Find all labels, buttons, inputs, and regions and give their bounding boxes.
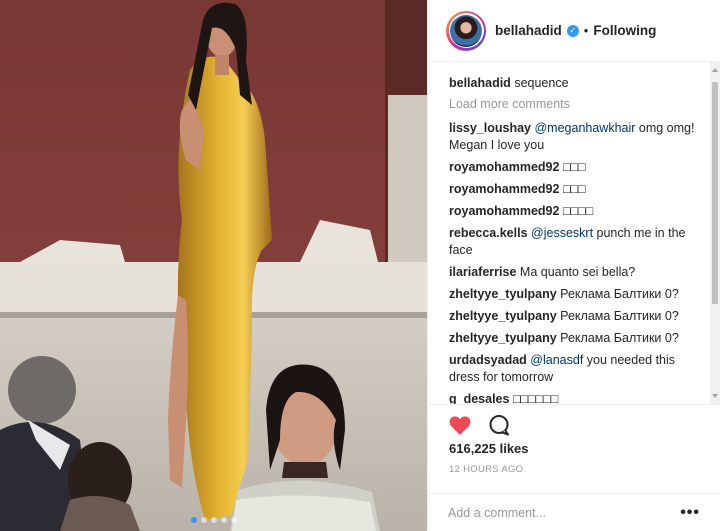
comment-text: □□□□ (562, 204, 594, 218)
comment-mention-link[interactable]: @lanasdf (530, 353, 583, 367)
comment-username[interactable]: royamohammed92 (449, 160, 559, 174)
scrollbar-thumb[interactable] (712, 82, 718, 304)
separator-dot: • (583, 23, 589, 38)
caption-text: sequence (514, 76, 569, 90)
comment-mention-link[interactable]: @jesseskrt (531, 226, 593, 240)
caption-username[interactable]: bellahadid (449, 76, 511, 90)
post-timestamp[interactable]: 12 HOURS AGO (449, 464, 523, 475)
post-photo[interactable] (0, 0, 427, 531)
comment-username[interactable]: royamohammed92 (449, 204, 559, 218)
following-button[interactable]: Following (593, 23, 656, 38)
comment-item: g_desales □□□□□□ (449, 391, 702, 404)
username-link[interactable]: bellahadid (495, 23, 562, 38)
comment-button[interactable] (488, 414, 510, 436)
carousel-dot[interactable] (230, 517, 237, 523)
comment-item: zheltyye_tyulpany Реклама Балтики 0? (449, 308, 702, 325)
carousel-dot[interactable] (200, 517, 207, 523)
comment-text: □□□ (562, 160, 586, 174)
carousel-dot[interactable] (190, 517, 197, 523)
more-options-button[interactable]: ••• (680, 504, 700, 522)
comment-item: royamohammed92 □□□□ (449, 203, 702, 220)
comment-username[interactable]: royamohammed92 (449, 182, 559, 196)
comment-username[interactable]: g_desales (449, 392, 509, 404)
add-comment-bar: ••• (428, 493, 720, 531)
carousel-indicator[interactable] (0, 517, 427, 523)
comment-text: Ma quanto sei bella? (519, 265, 636, 279)
comment-item: rebecca.kells @jesseskrt punch me in the… (449, 225, 702, 259)
post-header: bellahadid ✓ • Following (428, 0, 720, 62)
comment-item: royamohammed92 □□□ (449, 181, 702, 198)
comment-text: Реклама Балтики 0? (560, 309, 679, 323)
load-more-comments-button[interactable]: Load more comments (449, 97, 702, 111)
comment-mention-link[interactable]: @meganhawkhair (534, 121, 635, 135)
verified-badge-icon: ✓ (566, 24, 579, 37)
add-comment-input[interactable] (448, 505, 668, 520)
comment-item: ilariaferrise Ma quanto sei bella? (449, 264, 702, 281)
avatar[interactable] (446, 10, 486, 51)
comment-text: Реклама Балтики 0? (560, 287, 679, 301)
comments-list[interactable]: bellahadid sequence Load more comments l… (428, 62, 710, 404)
comment-item: lissy_loushay @meganhawkhair omg omg! Me… (449, 120, 702, 154)
post-actions (428, 404, 720, 444)
heart-icon (449, 415, 471, 435)
avatar-image (450, 14, 482, 47)
comment-item: royamohammed92 □□□ (449, 159, 702, 176)
carousel-dot[interactable] (220, 517, 227, 523)
comment-item: zheltyye_tyulpany Реклама Балтики 0? (449, 286, 702, 303)
comment-text: □□□□□□ (512, 392, 559, 404)
comment-username[interactable]: rebecca.kells (449, 226, 528, 240)
likes-count[interactable]: 616,225 likes (449, 441, 529, 456)
scroll-down-arrow-icon[interactable] (712, 394, 718, 398)
post-image (0, 0, 427, 531)
comments-scrollbar[interactable] (710, 62, 720, 404)
comment-item: zheltyye_tyulpany Реклама Балтики 0? (449, 330, 702, 347)
comment-username[interactable]: zheltyye_tyulpany (449, 287, 557, 301)
comment-username[interactable]: lissy_loushay (449, 121, 531, 135)
comment-icon (489, 414, 509, 435)
comment-item: urdadsyadad @lanasdf you needed this dre… (449, 352, 702, 386)
comment-username[interactable]: ilariaferrise (449, 265, 516, 279)
comment-username[interactable]: urdadsyadad (449, 353, 527, 367)
comment-text: □□□ (562, 182, 586, 196)
comment-username[interactable]: zheltyye_tyulpany (449, 309, 557, 323)
like-button[interactable] (448, 414, 472, 436)
carousel-dot[interactable] (210, 517, 217, 523)
comment-username[interactable]: zheltyye_tyulpany (449, 331, 557, 345)
comment-text: Реклама Балтики 0? (560, 331, 679, 345)
post-side-panel: bellahadid ✓ • Following bellahadid sequ… (427, 0, 720, 531)
scroll-up-arrow-icon[interactable] (712, 68, 718, 72)
post-caption: bellahadid sequence (449, 75, 702, 92)
